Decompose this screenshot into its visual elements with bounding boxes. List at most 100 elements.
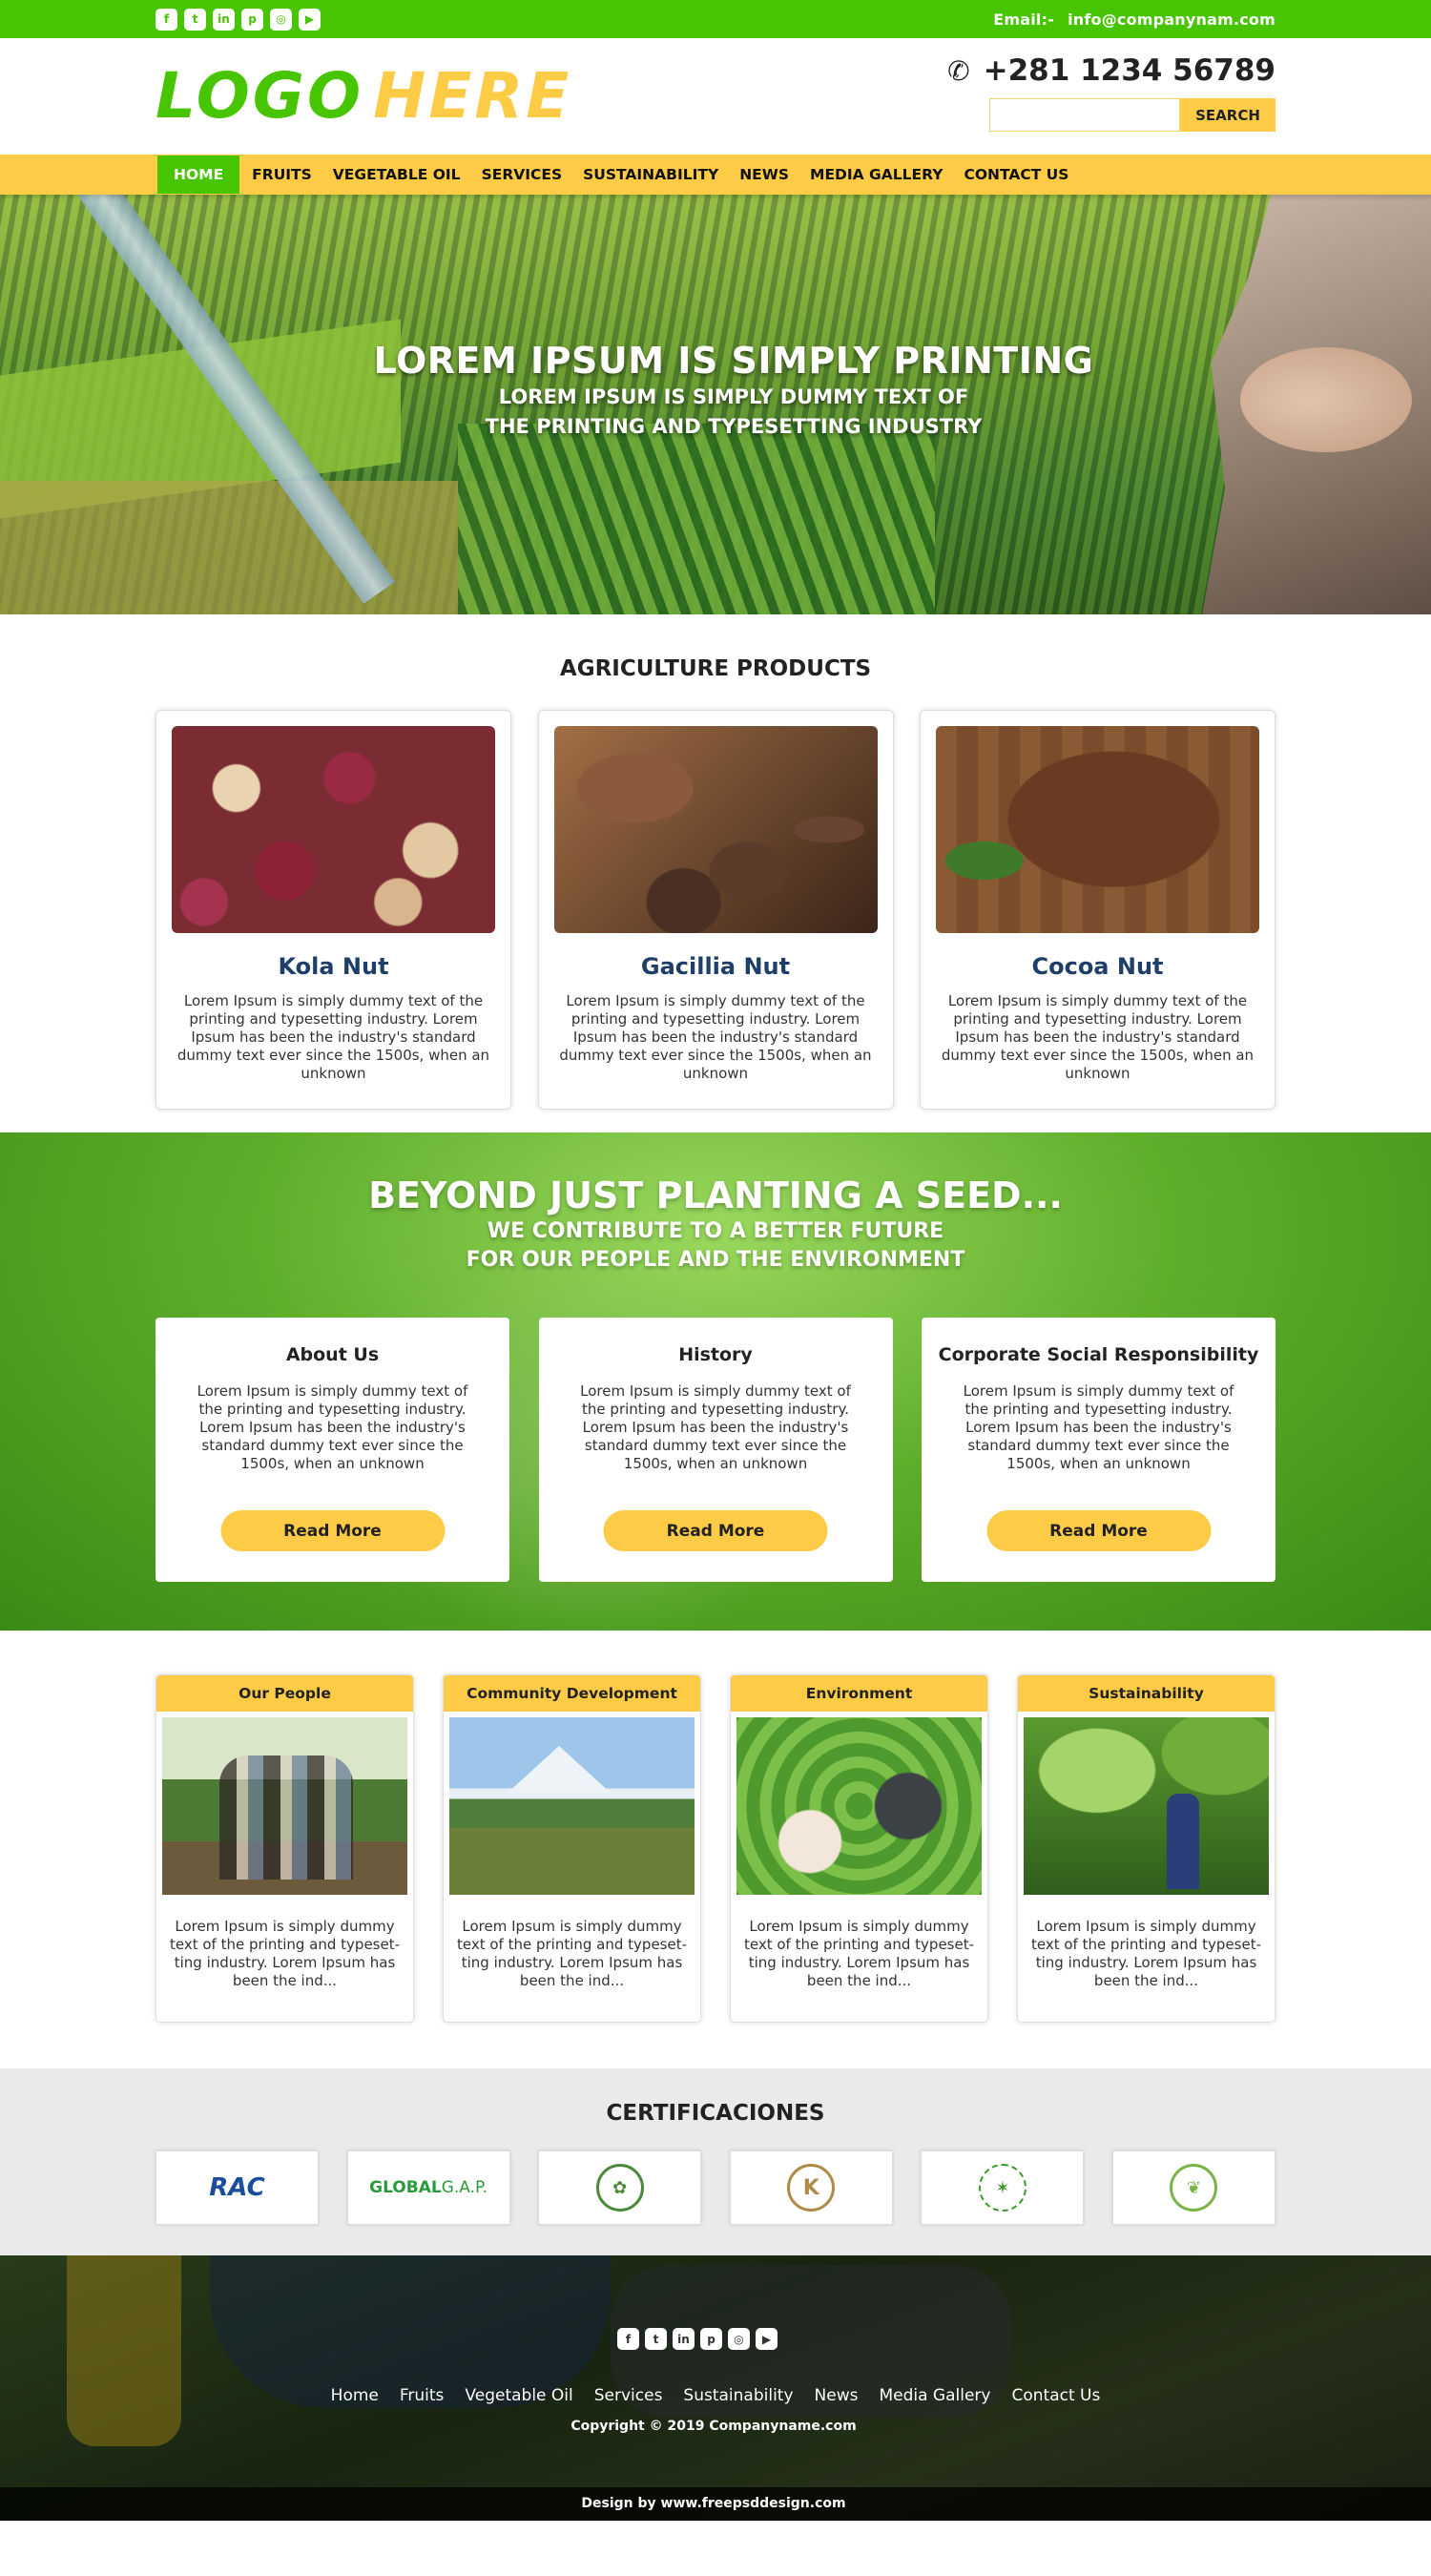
product-card[interactable]: Kola Nut Lorem Ipsum is simply dummy tex… <box>156 710 511 1110</box>
info-card-text: Lorem Ipsum is simply dummy text of the … <box>197 1382 468 1472</box>
feature-image <box>162 1717 407 1895</box>
footer-link-contact-us[interactable]: Contact Us <box>1001 2386 1110 2405</box>
cert-logo-kosher[interactable]: K <box>729 2150 893 2225</box>
product-name: Cocoa Nut <box>1031 953 1164 980</box>
footer-link-media-gallery[interactable]: Media Gallery <box>868 2386 1001 2405</box>
feature-description: Lorem Ipsum is simply dummy text of the … <box>743 1918 975 1989</box>
linkedin-icon[interactable]: in <box>213 8 235 31</box>
facebook-icon[interactable]: f <box>617 2328 639 2350</box>
search-button[interactable]: SEARCH <box>1180 98 1275 132</box>
product-card[interactable]: Gacillia Nut Lorem Ipsum is simply dummy… <box>537 710 894 1110</box>
feature-title: Our People <box>156 1675 413 1712</box>
cert-logo-rac[interactable]: RAC <box>156 2150 319 2225</box>
email-contact: Email:- info@companynam.com <box>980 10 1275 29</box>
product-image-kola-nut <box>172 726 495 933</box>
cert-logo-rainforest[interactable]: ❦ <box>1111 2150 1275 2225</box>
product-description: Lorem Ipsum is simply dummy text of the … <box>176 992 490 1082</box>
linkedin-icon[interactable]: in <box>673 2328 695 2350</box>
social-links: f t in p ◎ ▶ <box>156 8 321 31</box>
phone-icon: ✆ <box>947 54 970 87</box>
facebook-icon[interactable]: f <box>156 8 177 31</box>
certifications-title: CERTIFICACIONES <box>606 2101 825 2126</box>
feature-card-our-people[interactable]: Our People Lorem Ipsum is simply dummy t… <box>156 1674 414 2023</box>
nav-item-media-gallery[interactable]: MEDIA GALLERY <box>799 155 953 195</box>
seal-icon: ✿ <box>595 2164 644 2212</box>
seed-subtitle-2: FOR OUR PEOPLE AND THE ENVIRONMENT <box>466 1248 965 1272</box>
product-image-cocoa-nut <box>936 726 1259 933</box>
cert-logo-globalgap[interactable]: GLOBALG.A.P. <box>346 2150 510 2225</box>
instagram-icon[interactable]: ◎ <box>728 2328 750 2350</box>
info-card-title: History <box>678 1344 753 1365</box>
product-description: Lorem Ipsum is simply dummy text of the … <box>941 992 1255 1082</box>
phone-number: ✆ +281 1234 56789 <box>947 53 1275 88</box>
footer-link-sustainability[interactable]: Sustainability <box>673 2386 803 2405</box>
nav-item-news[interactable]: NEWS <box>729 155 799 195</box>
footer-link-fruits[interactable]: Fruits <box>389 2386 455 2405</box>
footer-link-vegetable-oil[interactable]: Vegetable Oil <box>454 2386 583 2405</box>
hero-title: LOREM IPSUM IS SIMPLY PRINTING <box>373 340 1094 382</box>
cert-logo-seal[interactable]: ✿ <box>538 2150 702 2225</box>
logo-part1: LOGO <box>156 59 364 133</box>
logo-part2: HERE <box>373 59 572 133</box>
info-card-about-us: About Us Lorem Ipsum is simply dummy tex… <box>156 1318 509 1582</box>
feature-image <box>736 1717 982 1895</box>
nav-item-fruits[interactable]: FRUITS <box>241 155 322 195</box>
product-card[interactable]: Cocoa Nut Lorem Ipsum is simply dummy te… <box>920 710 1275 1110</box>
globalgap-logo-text: GLOBALG.A.P. <box>369 2178 488 2197</box>
nav-item-sustainability[interactable]: SUSTAINABILITY <box>572 155 729 195</box>
feature-title: Community Development <box>444 1675 700 1712</box>
nav-item-home[interactable]: HOME <box>157 156 240 194</box>
top-bar: f t in p ◎ ▶ Email:- info@companynam.com <box>0 0 1431 38</box>
hero-subtitle-2: THE PRINTING AND TYPESETTING INDUSTRY <box>485 415 983 438</box>
info-card-title: Corporate Social Responsibility <box>938 1344 1259 1365</box>
nav-item-vegetable-oil[interactable]: VEGETABLE OIL <box>322 155 471 195</box>
feature-title: Sustainability <box>1018 1675 1275 1712</box>
footer-link-news[interactable]: News <box>804 2386 869 2405</box>
feature-card-environment[interactable]: Environment Lorem Ipsum is simply dummy … <box>730 1674 988 2023</box>
twitter-icon[interactable]: t <box>184 8 206 31</box>
email-link[interactable]: info@companynam.com <box>1068 10 1275 29</box>
hero-banner: LOREM IPSUM IS SIMPLY PRINTING LOREM IPS… <box>0 195 1431 614</box>
info-card-title: About Us <box>285 1344 380 1365</box>
feature-title: Environment <box>731 1675 987 1712</box>
footer-social-links: f t in p ◎ ▶ <box>0 2255 1413 2350</box>
read-more-button[interactable]: Read More <box>603 1510 828 1551</box>
product-image-gacillia-nut <box>553 726 878 933</box>
product-description: Lorem Ipsum is simply dummy text of the … <box>559 992 872 1082</box>
info-card-text: Lorem Ipsum is simply dummy text of the … <box>963 1382 1234 1472</box>
nav-item-contact-us[interactable]: CONTACT US <box>953 155 1079 195</box>
feature-image <box>1024 1717 1269 1895</box>
hero-crop-rows <box>458 424 935 614</box>
instagram-icon[interactable]: ◎ <box>270 8 292 31</box>
frog-icon: ❦ <box>1170 2164 1218 2212</box>
footer-link-home[interactable]: Home <box>321 2386 389 2405</box>
feature-image <box>449 1717 695 1895</box>
read-more-button[interactable]: Read More <box>986 1510 1211 1551</box>
hero-text: LOREM IPSUM IS SIMPLY PRINTING LOREM IPS… <box>0 340 1431 441</box>
youtube-icon[interactable]: ▶ <box>299 8 321 31</box>
pinterest-icon[interactable]: p <box>241 8 263 31</box>
design-credit-bar: Design by www.freepsddesign.com <box>0 2487 1431 2521</box>
features-section: Our People Lorem Ipsum is simply dummy t… <box>0 1631 1431 2068</box>
phone-text: +281 1234 56789 <box>983 53 1275 88</box>
product-name: Gacillia Nut <box>640 953 791 980</box>
footer-link-services[interactable]: Services <box>584 2386 674 2405</box>
product-name: Kola Nut <box>278 953 389 980</box>
pinterest-icon[interactable]: p <box>700 2328 722 2350</box>
feature-description: Lorem Ipsum is simply dummy text of the … <box>456 1918 688 1989</box>
logo[interactable]: LOGO HERE <box>156 65 571 128</box>
search-input[interactable] <box>989 98 1180 132</box>
cert-logo-rspo[interactable]: ✶ <box>921 2150 1085 2225</box>
feature-card-sustainability[interactable]: Sustainability Lorem Ipsum is simply dum… <box>1017 1674 1275 2023</box>
hero-subtitle-1: LOREM IPSUM IS SIMPLY DUMMY TEXT OF <box>498 385 969 408</box>
feature-description: Lorem Ipsum is simply dummy text of the … <box>169 1918 401 1989</box>
nav-item-services[interactable]: SERVICES <box>471 155 573 195</box>
youtube-icon[interactable]: ▶ <box>756 2328 778 2350</box>
main-nav: HOME FRUITS VEGETABLE OIL SERVICES SUSTA… <box>0 155 1431 195</box>
twitter-icon[interactable]: t <box>645 2328 667 2350</box>
design-credit[interactable]: Design by www.freepsddesign.com <box>581 2496 845 2511</box>
feature-description: Lorem Ipsum is simply dummy text of the … <box>1030 1918 1262 1989</box>
feature-card-community-development[interactable]: Community Development Lorem Ipsum is sim… <box>443 1674 701 2023</box>
footer: f t in p ◎ ▶ Home Fruits Vegetable Oil S… <box>0 2255 1431 2521</box>
read-more-button[interactable]: Read More <box>220 1510 445 1551</box>
